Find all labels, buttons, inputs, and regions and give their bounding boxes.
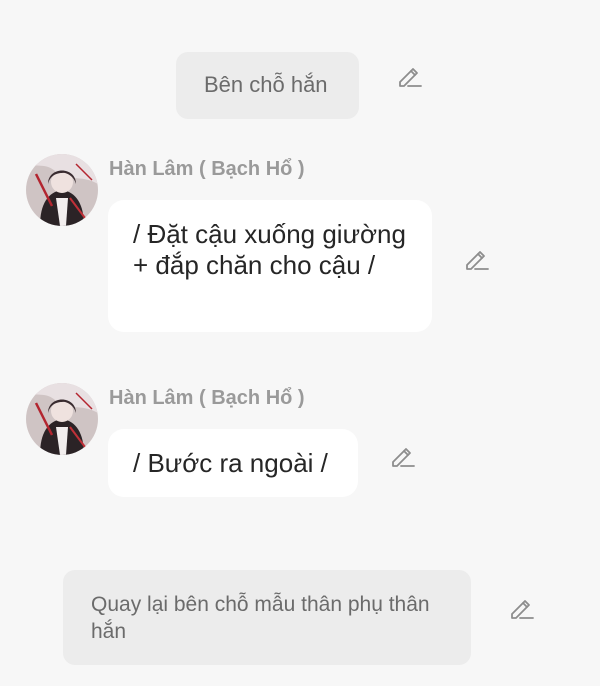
message-bubble[interactable]: / Bước ra ngoài / <box>108 429 358 497</box>
narration-bubble[interactable]: Bên chỗ hắn <box>176 52 359 119</box>
narration-text: Bên chỗ hắn <box>204 72 328 97</box>
narration-text: Quay lại bên chỗ mẫu thân phụ thân hắn <box>91 593 430 643</box>
pencil-edit-icon[interactable] <box>508 594 536 622</box>
pencil-edit-icon[interactable] <box>463 245 491 273</box>
sender-name: Hàn Lâm ( Bạch Hổ ) <box>109 158 305 180</box>
message-bubble[interactable]: / Đặt cậu xuống giường + đắp chăn cho cậ… <box>108 200 432 332</box>
message-text: / Bước ra ngoài / <box>133 448 328 478</box>
avatar[interactable] <box>26 383 98 455</box>
pencil-edit-icon[interactable] <box>389 442 417 470</box>
sender-name: Hàn Lâm ( Bạch Hổ ) <box>109 387 305 409</box>
narration-bubble[interactable]: Quay lại bên chỗ mẫu thân phụ thân hắn <box>63 570 471 665</box>
chat-thread: Bên chỗ hắn Hàn Lâm ( Bạch Hổ ) / Đặt cậ… <box>0 0 600 686</box>
pencil-edit-icon[interactable] <box>396 62 424 90</box>
message-text: / Đặt cậu xuống giường + đắp chăn cho cậ… <box>133 219 406 280</box>
avatar[interactable] <box>26 154 98 226</box>
